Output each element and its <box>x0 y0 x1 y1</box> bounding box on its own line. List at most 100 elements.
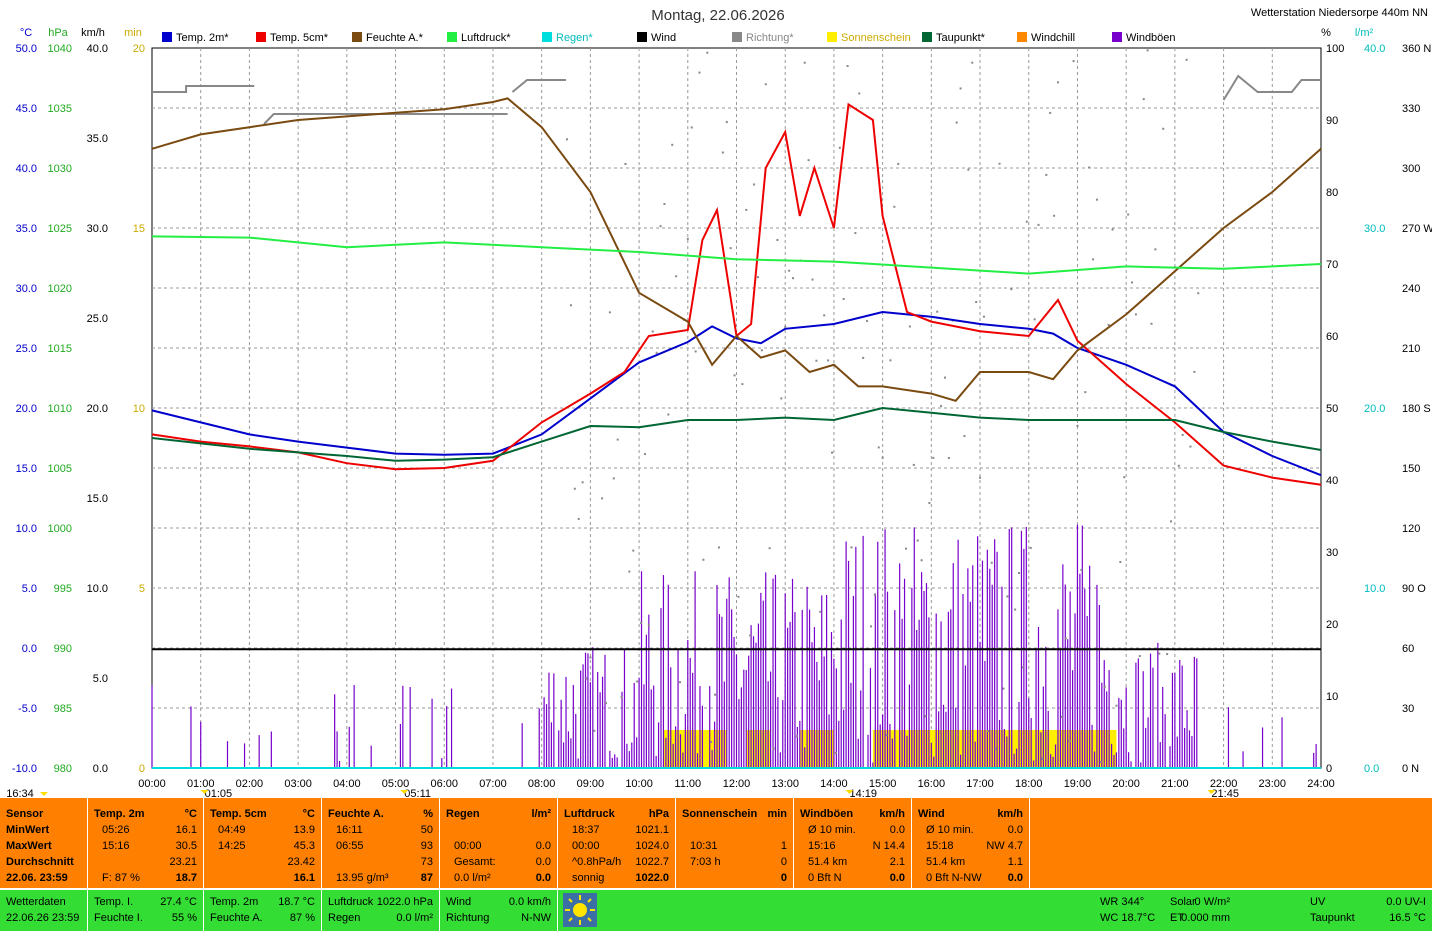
direction-dot <box>1010 288 1013 291</box>
x-tick-label: 03:00 <box>284 778 312 790</box>
direction-dot <box>893 205 896 208</box>
table-cell-label: 15:16 <box>102 840 130 852</box>
hum-tick-label: 100 <box>1326 43 1344 55</box>
table-column: Sonnenschein min 10:31 1 7:03 h 0 0 <box>676 798 794 888</box>
press-tick-label: 1025 <box>48 223 72 235</box>
table-cell-value: 1 <box>780 840 787 852</box>
legend-swatch <box>732 32 742 42</box>
press-tick-label: 985 <box>54 703 72 715</box>
direction-dot <box>901 706 904 709</box>
press-tick-label: 990 <box>54 643 72 655</box>
solar-label: Solar <box>1170 896 1196 908</box>
x-tick-label: 17:00 <box>966 778 994 790</box>
table-cell-value: N 14.4 <box>872 840 905 852</box>
legend-label: Sonnenschein <box>841 32 911 44</box>
press-tick-label: 1040 <box>48 43 72 55</box>
table-cell-value: 73 <box>420 856 433 868</box>
direction-dot <box>1119 560 1122 563</box>
direction-dot <box>869 625 872 628</box>
direction-dot <box>1084 391 1087 394</box>
direction-dot <box>834 751 837 754</box>
direction-dot <box>912 463 915 466</box>
table-cell-label: Gesamt: <box>454 856 496 868</box>
table-cell-label: sonnig <box>572 872 605 884</box>
direction-dot <box>581 481 584 484</box>
direction-dot <box>994 747 997 750</box>
direction-dot <box>1115 704 1118 707</box>
x-tick-label: 18:00 <box>1015 778 1043 790</box>
temp-tick-label: 5.0 <box>22 583 37 595</box>
table-column: Temp. 5cm °C 04:49 13.9 14:25 45.3 23.42 16.1 <box>204 798 322 888</box>
axis-unit-sun: min <box>124 27 142 39</box>
et-value: 0.000 mm <box>1181 912 1230 924</box>
direction-trace <box>152 85 255 93</box>
dir-tick-label: 180 S <box>1402 403 1431 415</box>
x-tick-label: 11:00 <box>674 778 701 790</box>
hum-tick-label: 70 <box>1326 259 1338 271</box>
direction-dot <box>640 621 643 624</box>
direction-dot <box>928 501 931 504</box>
x-tick-label: 08:00 <box>528 778 556 790</box>
legend-label: Temp. 5cm* <box>270 32 329 44</box>
direction-dot <box>1134 313 1137 316</box>
legend-label: Luftdruck* <box>461 32 511 44</box>
direction-dot <box>979 476 982 479</box>
temp-tick-label: 20.0 <box>16 403 37 415</box>
direction-dot <box>651 330 654 333</box>
table-cell-value: 87 <box>420 872 433 884</box>
table-cell-label: 0 Bft N-NW <box>926 872 982 884</box>
hum-tick-label: 60 <box>1326 331 1338 343</box>
time-marker-label: 01:05 <box>205 788 233 798</box>
direction-dot <box>710 741 713 744</box>
humidity-indoor-value: 55 % <box>171 912 197 924</box>
direction-dot <box>959 87 962 90</box>
table-column: Sensor MinWert MaxWert Durchschnitt 22.06. 2… <box>0 798 88 888</box>
direction-dot <box>1068 740 1071 743</box>
hum-tick-label: 40 <box>1326 475 1338 487</box>
temp-tick-label: 10.0 <box>16 523 37 535</box>
direction-dot <box>667 413 670 416</box>
direction-dot <box>729 247 732 250</box>
table-cell-value: 50 <box>420 824 433 836</box>
direction-dot <box>569 304 572 307</box>
direction-dot <box>679 681 682 684</box>
sun-tick-label: 0 <box>139 763 145 775</box>
table-cell-label: 06:55 <box>336 840 364 852</box>
direction-dot <box>1025 220 1028 223</box>
direction-dot <box>1095 198 1098 201</box>
press-tick-label: 1030 <box>48 163 72 175</box>
hum-tick-label: 30 <box>1326 547 1338 559</box>
table-cell-value: 0.0 <box>1007 824 1023 836</box>
legend-swatch <box>352 32 362 42</box>
pressure-label: Luftdruck <box>328 896 374 908</box>
direction-dot <box>706 51 709 54</box>
direction-dot <box>776 238 779 241</box>
axis-unit-wind: km/h <box>81 27 105 39</box>
column-unit: km/h <box>879 808 905 820</box>
direction-dot <box>819 610 822 613</box>
pressure-value: 1022.0 hPa <box>376 896 433 908</box>
column-unit: min <box>767 808 787 820</box>
direction-dot <box>792 277 795 280</box>
dir-tick-label: 90 O <box>1402 583 1426 595</box>
table-cell-value: 45.3 <box>293 840 315 852</box>
table-cell-label: Ø 10 min. <box>808 824 856 836</box>
direction-dot <box>659 225 662 228</box>
x-tick-label: 23:00 <box>1259 778 1287 790</box>
sunny-weather-icon <box>563 893 597 927</box>
hum-tick-label: 80 <box>1326 187 1338 199</box>
direction-dot <box>897 162 900 165</box>
column-unit: °C <box>302 808 315 820</box>
direction-dot <box>920 559 923 562</box>
temp-2m-value: 18.7 °C <box>278 896 315 908</box>
column-header: Windböen <box>800 808 854 820</box>
x-tick-label: 02:00 <box>236 778 264 790</box>
axis-unit-temp: °C <box>20 27 32 39</box>
direction-dot <box>749 634 752 637</box>
table-cell-value: 0.0 <box>889 872 905 884</box>
dir-tick-label: 30 <box>1402 703 1414 715</box>
status-label: Wetterdaten <box>6 896 66 908</box>
direction-dot <box>916 539 919 542</box>
direction-dot <box>1045 173 1048 176</box>
dir-tick-label: 60 <box>1402 643 1414 655</box>
